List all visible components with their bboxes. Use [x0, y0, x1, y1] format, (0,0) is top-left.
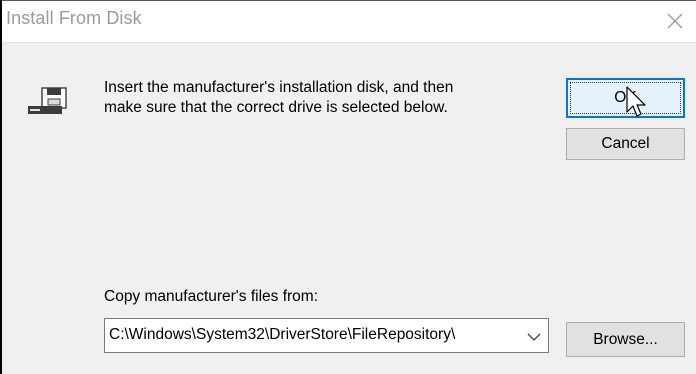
chevron-down-icon[interactable] — [526, 329, 542, 345]
close-icon — [667, 13, 683, 29]
close-button[interactable] — [660, 6, 690, 36]
title-bar[interactable]: Install From Disk — [0, 0, 696, 43]
copy-from-path-combobox[interactable]: C:\Windows\System32\DriverStore\FileRepo… — [104, 318, 549, 353]
window-frame-left — [0, 0, 2, 374]
copy-from-path-value[interactable]: C:\Windows\System32\DriverStore\FileRepo… — [109, 326, 519, 344]
mouse-pointer-icon — [626, 86, 646, 117]
instruction-line-2: make sure that the correct drive is sele… — [104, 99, 448, 116]
copy-from-label: Copy manufacturer's files from: — [104, 288, 319, 305]
cancel-button[interactable]: Cancel — [566, 128, 685, 160]
window-frame-top — [0, 0, 696, 1]
instruction-line-1: Insert the manufacturer's installation d… — [104, 79, 454, 96]
window-title: Install From Disk — [6, 8, 142, 28]
install-from-disk-dialog: Install From Disk Insert the manufacture… — [0, 0, 696, 374]
floppy-drive-icon — [28, 87, 67, 114]
instruction-text: Insert the manufacturer's installation d… — [104, 78, 534, 118]
browse-button[interactable]: Browse... — [566, 322, 685, 357]
